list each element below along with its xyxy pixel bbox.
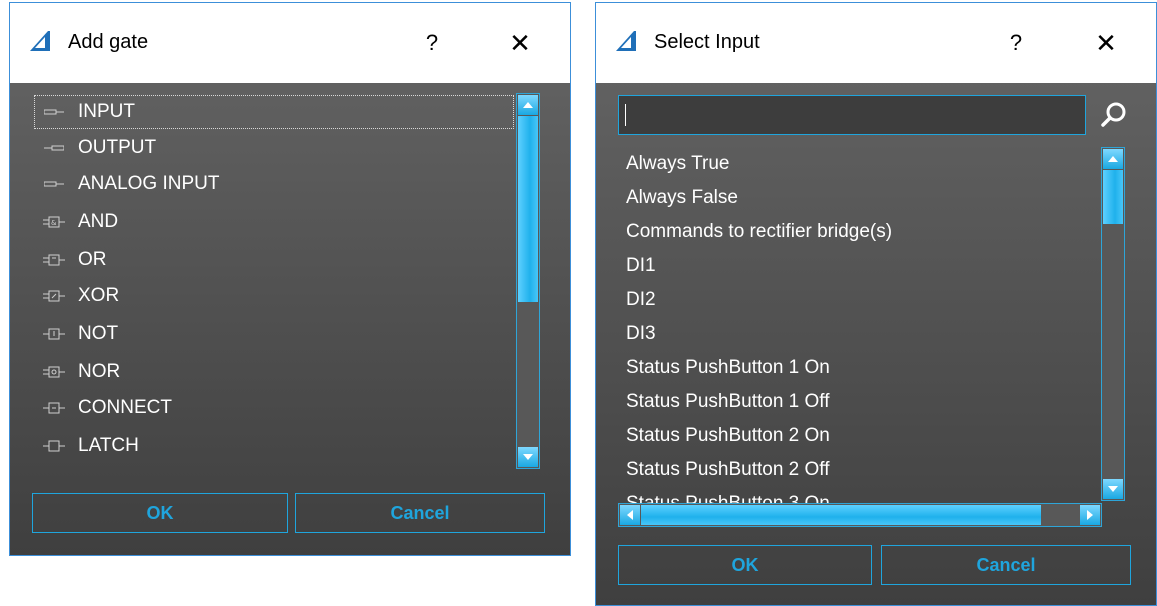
scroll-up-button[interactable] — [518, 95, 538, 115]
gate-list: INPUT OUTPUT ANALOG INPUT & AND OR XOR N… — [34, 93, 514, 473]
app-logo-icon — [30, 31, 50, 51]
svg-text:&: & — [51, 219, 57, 227]
list-item[interactable]: Status PushButton 1 Off — [626, 385, 830, 419]
list-item-label: Status PushButton 2 On — [626, 425, 830, 446]
scroll-right-button[interactable] — [1080, 505, 1100, 525]
list-item-label: Status PushButton 1 Off — [626, 391, 830, 412]
close-button[interactable]: ✕ — [502, 25, 538, 61]
list-item[interactable]: Always True — [626, 147, 729, 181]
list-item-label: ANALOG INPUT — [78, 173, 220, 194]
list-item[interactable]: Status PushButton 1 On — [626, 351, 830, 385]
list-item-label: LATCH — [78, 435, 139, 456]
connect-gate-icon — [40, 401, 68, 415]
select-input-dialog: Select Input ? ✕ Always True Always Fals… — [595, 2, 1157, 606]
input-list: Always True Always False Commands to rec… — [626, 147, 1096, 505]
list-item[interactable]: Commands to rectifier bridge(s) — [626, 215, 892, 249]
output-gate-icon — [40, 144, 68, 152]
scroll-thumb[interactable] — [641, 505, 1041, 525]
list-item[interactable]: DI1 — [626, 249, 656, 283]
and-gate-icon: & — [40, 215, 68, 229]
list-item[interactable]: DI3 — [626, 317, 656, 351]
list-item[interactable]: NOT — [34, 317, 118, 351]
list-item[interactable]: DI2 — [626, 283, 656, 317]
list-item-label: Commands to rectifier bridge(s) — [626, 221, 893, 242]
list-item-label: DI3 — [626, 323, 656, 344]
ok-button[interactable]: OK — [32, 493, 288, 533]
list-item[interactable]: NOR — [34, 355, 120, 389]
cancel-button[interactable]: Cancel — [881, 545, 1131, 585]
xor-gate-icon — [40, 289, 68, 303]
list-item[interactable]: OUTPUT — [34, 131, 156, 165]
dialog-title: Select Input — [654, 31, 760, 53]
list-item-label: DI1 — [626, 255, 656, 276]
latch-gate-icon — [40, 439, 68, 453]
or-gate-icon — [40, 253, 68, 267]
search-icon[interactable] — [1100, 101, 1128, 129]
list-item-label: Status PushButton 1 On — [626, 357, 830, 378]
list-item-label: Always True — [626, 153, 730, 174]
list-item[interactable]: & AND — [34, 205, 118, 239]
arrow-left-icon — [627, 510, 633, 520]
list-item[interactable]: LATCH — [34, 429, 139, 463]
nor-gate-icon — [40, 365, 68, 379]
app-logo-icon — [616, 31, 636, 51]
help-button[interactable]: ? — [416, 25, 448, 61]
vertical-scrollbar[interactable] — [1101, 147, 1125, 501]
list-item-label: XOR — [78, 285, 120, 306]
list-item-label: NOR — [78, 361, 121, 382]
list-item[interactable]: INPUT — [34, 95, 514, 129]
list-item-label: NOT — [78, 323, 119, 344]
list-item[interactable]: Always False — [626, 181, 738, 215]
list-item[interactable]: CONNECT — [34, 391, 172, 425]
scroll-down-button[interactable] — [518, 447, 538, 467]
arrow-down-icon — [523, 454, 533, 460]
not-gate-icon — [40, 327, 68, 341]
list-item[interactable]: XOR — [34, 279, 119, 313]
list-item-label: CONNECT — [78, 397, 172, 418]
list-item[interactable]: Status PushButton 2 On — [626, 419, 830, 453]
list-item-label: Always False — [626, 187, 738, 208]
horizontal-scrollbar[interactable] — [618, 503, 1102, 527]
close-button[interactable]: ✕ — [1088, 25, 1124, 61]
scroll-up-button[interactable] — [1103, 149, 1123, 169]
vertical-scrollbar[interactable] — [516, 93, 540, 469]
list-item-label: DI2 — [626, 289, 656, 310]
help-button[interactable]: ? — [1000, 25, 1032, 61]
analog-input-gate-icon — [40, 180, 68, 188]
list-item[interactable]: ANALOG INPUT — [34, 167, 219, 201]
scroll-left-button[interactable] — [620, 505, 640, 525]
arrow-up-icon — [1108, 156, 1118, 162]
ok-button[interactable]: OK — [618, 545, 872, 585]
search-input[interactable] — [618, 95, 1086, 135]
list-item-label: AND — [78, 211, 119, 232]
list-item-label: OUTPUT — [78, 137, 157, 158]
input-gate-icon — [40, 108, 68, 116]
list-item[interactable]: Status PushButton 2 Off — [626, 453, 830, 487]
title-bar: Select Input ? ✕ — [596, 3, 1156, 83]
title-bar: Add gate ? ✕ — [10, 3, 570, 83]
scroll-thumb[interactable] — [1103, 170, 1123, 224]
arrow-down-icon — [1108, 486, 1118, 492]
list-item-label: OR — [78, 249, 107, 270]
arrow-up-icon — [523, 102, 533, 108]
arrow-right-icon — [1087, 510, 1093, 520]
list-item-label: Status PushButton 2 Off — [626, 459, 830, 480]
add-gate-dialog: Add gate ? ✕ INPUT OUTPUT ANALOG INPUT & — [9, 2, 571, 556]
scroll-down-button[interactable] — [1103, 479, 1123, 499]
scroll-thumb[interactable] — [518, 116, 538, 302]
text-caret — [625, 104, 626, 126]
dialog-title: Add gate — [68, 31, 149, 53]
cancel-button[interactable]: Cancel — [295, 493, 545, 533]
list-item[interactable]: OR — [34, 243, 107, 277]
list-item-label: INPUT — [78, 101, 135, 122]
